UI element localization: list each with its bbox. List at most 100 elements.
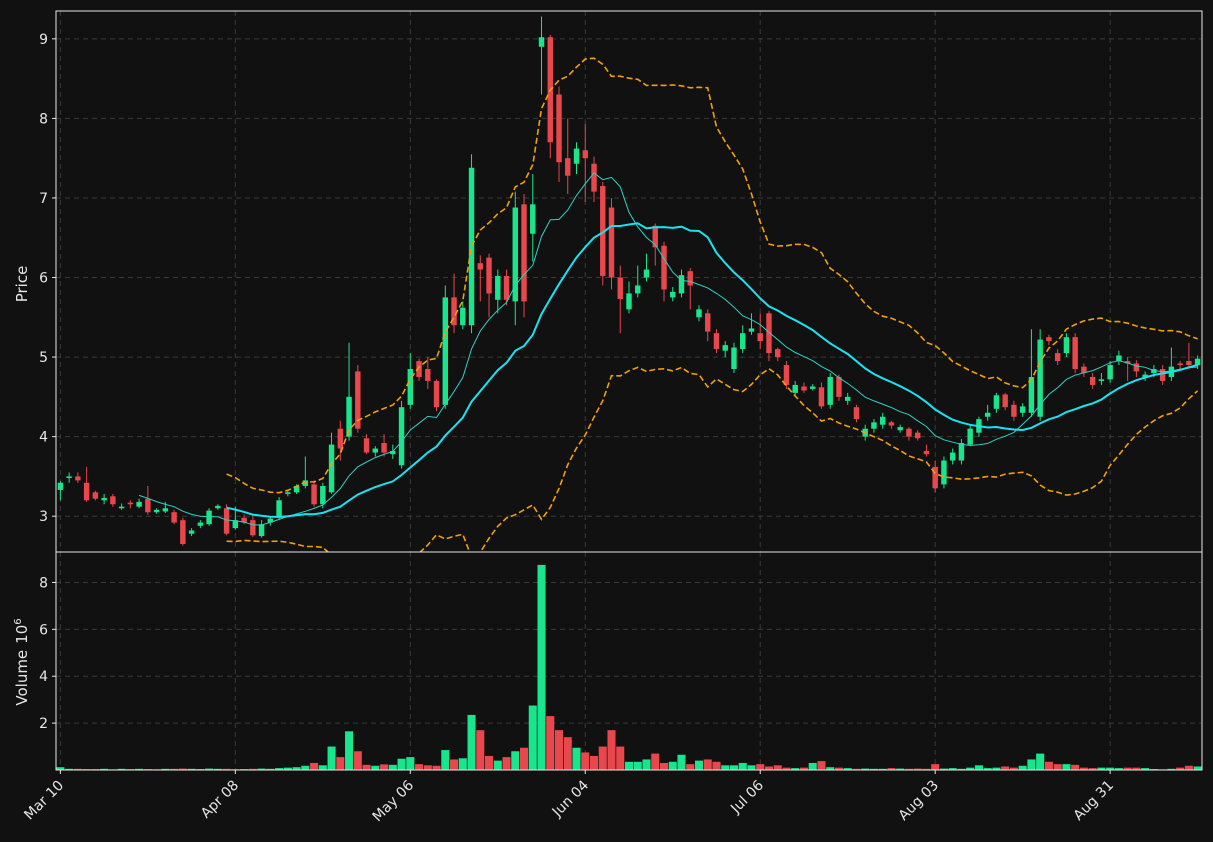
volume-bar <box>659 762 669 770</box>
candle-body <box>652 225 658 248</box>
candle-body <box>381 443 387 453</box>
volume-bar <box>537 564 546 770</box>
volume-bar <box>310 762 319 770</box>
candle-body <box>276 500 282 518</box>
candle-body <box>573 148 580 164</box>
candle-body <box>258 524 265 537</box>
volume-bar <box>1018 765 1027 770</box>
candle-body <box>1089 376 1096 385</box>
candle-body <box>171 512 177 523</box>
volume-bar <box>598 746 607 770</box>
candle-body <box>530 204 536 234</box>
candle-body <box>617 277 623 300</box>
candle-body <box>871 422 877 429</box>
candle-body <box>1194 358 1201 366</box>
candle-body <box>162 508 169 512</box>
volume-bar <box>1044 761 1053 770</box>
price-tick-label: 7 <box>39 191 48 207</box>
candle-body <box>670 291 676 298</box>
volume-bar <box>519 747 529 770</box>
candle-body <box>1107 365 1113 380</box>
candle-body <box>311 484 317 505</box>
volume-bar <box>432 765 441 770</box>
candle-body <box>608 207 615 278</box>
candle-body <box>83 482 90 501</box>
candle-body <box>153 509 160 513</box>
candle-body <box>906 428 912 437</box>
volume-bar <box>450 759 459 770</box>
volume-axis-exponent-power: 6 <box>13 618 24 624</box>
candle-body <box>92 492 99 499</box>
candle-body <box>687 271 693 286</box>
candle-body <box>740 333 746 350</box>
candle-body <box>425 369 431 381</box>
volume-bar <box>301 765 310 770</box>
volume-bar <box>1062 764 1071 770</box>
volume-bar <box>572 747 581 770</box>
volume-bar <box>441 750 450 770</box>
price-tick-label: 5 <box>39 350 48 366</box>
volume-tick-label: 2 <box>39 716 48 732</box>
candle-body <box>1054 353 1061 362</box>
candle-body <box>565 158 571 176</box>
candle-body <box>766 313 772 354</box>
candle-body <box>328 444 335 493</box>
candle-body <box>66 476 72 479</box>
volume-bar <box>974 765 983 770</box>
candle-body <box>197 522 204 526</box>
candle-body <box>407 369 414 405</box>
candle-body <box>1177 363 1183 366</box>
price-axis-label: Price <box>13 266 31 303</box>
volume-bar <box>502 757 511 770</box>
volume-bar <box>729 765 739 770</box>
candle-body <box>888 422 895 426</box>
volume-bar <box>931 764 940 770</box>
candle-body <box>1072 337 1078 370</box>
volume-bar <box>388 764 397 770</box>
volume-bar <box>686 764 695 770</box>
volume-bar <box>476 730 485 770</box>
candle-body <box>75 476 81 481</box>
volume-bar <box>808 762 817 770</box>
volume-bar <box>493 760 502 770</box>
chart-background <box>0 0 1213 842</box>
volume-bar <box>1001 766 1010 770</box>
candle-body <box>215 505 221 509</box>
candle-body <box>949 452 956 461</box>
candle-body <box>495 275 501 300</box>
volume-bar <box>458 758 467 770</box>
price-tick-label: 3 <box>39 509 48 525</box>
candle-body <box>923 450 930 455</box>
candle-body <box>809 386 816 389</box>
volume-bar <box>589 755 599 770</box>
candle-body <box>398 407 405 466</box>
volume-bar <box>563 737 572 770</box>
candle-body <box>1186 361 1192 366</box>
candlestick-chart: 34567892468Mar 10 Apr 08 May 06 Jun 04 Jul 0… <box>0 0 1213 842</box>
volume-bar <box>546 716 555 770</box>
volume-bar <box>371 765 380 770</box>
volume-axis-name: Volume <box>13 650 31 706</box>
volume-bar <box>362 764 371 770</box>
candle-body <box>320 485 326 505</box>
candle-body <box>1159 369 1166 381</box>
volume-bar <box>756 764 765 770</box>
volume-bar <box>712 761 721 770</box>
candle-body <box>145 498 151 513</box>
volume-bar <box>738 762 747 770</box>
candle-body <box>801 386 807 391</box>
volume-bar <box>1036 753 1045 770</box>
candle-body <box>827 376 833 405</box>
volume-bar <box>1053 764 1062 770</box>
candle-body <box>1002 394 1008 408</box>
candle-body <box>442 297 449 405</box>
candle-body <box>792 384 798 393</box>
candle-body <box>626 293 632 310</box>
candle-body <box>1098 379 1105 381</box>
volume-bar <box>415 764 424 770</box>
candle-body <box>844 396 851 401</box>
volume-bar <box>467 714 476 770</box>
candle-body <box>57 482 64 490</box>
candle-body <box>853 407 860 420</box>
candle-body <box>582 150 588 159</box>
